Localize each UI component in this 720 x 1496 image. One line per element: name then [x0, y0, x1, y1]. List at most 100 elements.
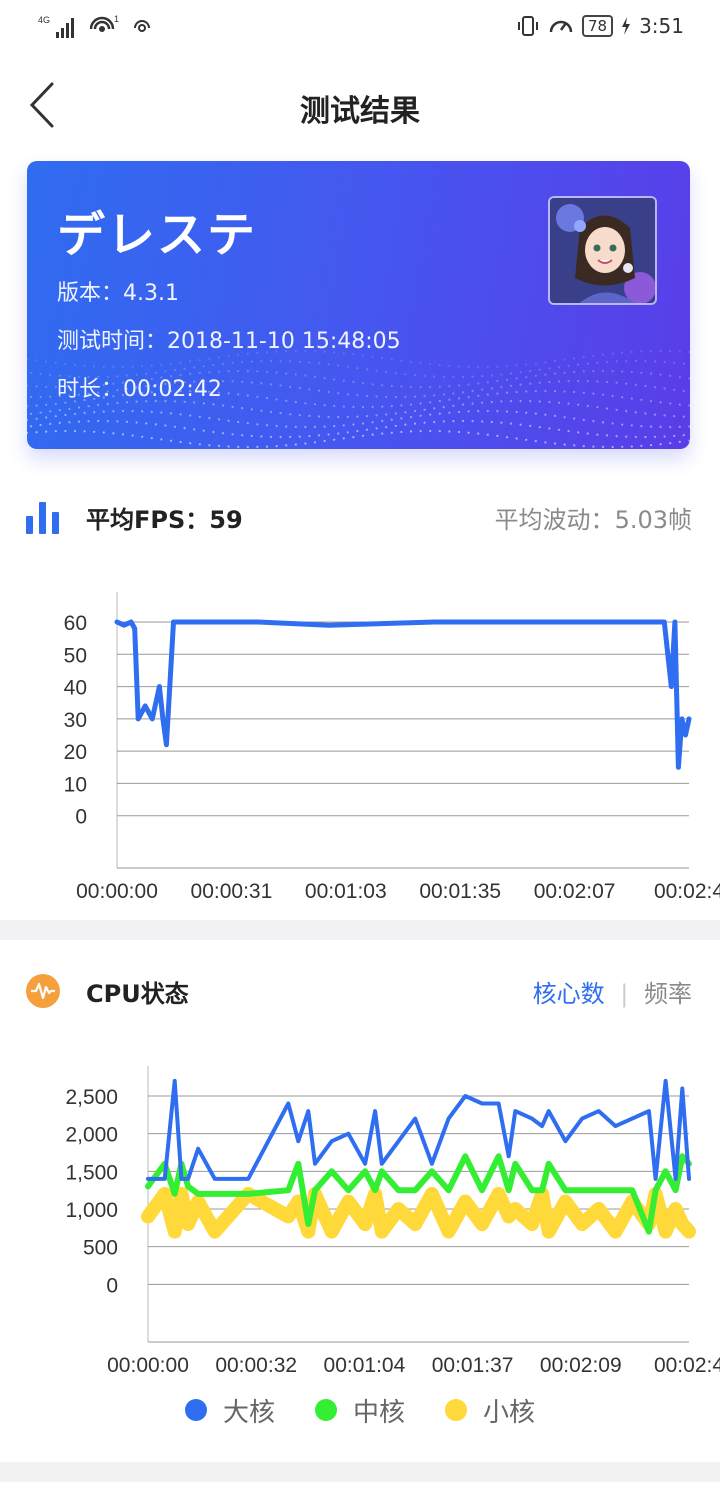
dot	[77, 420, 81, 423]
dot	[269, 410, 273, 414]
dot	[365, 428, 369, 431]
dot	[381, 357, 384, 360]
dot	[582, 391, 585, 394]
dot	[112, 432, 115, 435]
dot	[394, 412, 397, 415]
dot	[102, 410, 105, 413]
dot	[64, 362, 67, 365]
dot	[189, 360, 192, 363]
y-tick-label: 60	[64, 612, 87, 635]
dot	[375, 369, 378, 372]
legend-item-small-core[interactable]: 小核	[445, 1390, 535, 1430]
dot	[308, 414, 311, 417]
dot	[381, 384, 384, 387]
y-tick-label: 0	[75, 806, 87, 829]
y-tick-label: 40	[64, 677, 87, 700]
x-tick-label: 00:01:04	[324, 1354, 406, 1377]
dot	[461, 419, 465, 423]
dot	[688, 377, 690, 380]
dot	[73, 363, 77, 366]
dot	[404, 373, 407, 376]
dot	[125, 420, 129, 423]
dot	[49, 395, 52, 398]
dot	[673, 388, 676, 391]
dot	[365, 368, 369, 371]
dot	[471, 420, 474, 423]
dot	[27, 357, 29, 361]
dot	[563, 443, 566, 446]
dot	[256, 370, 259, 373]
dot	[563, 358, 566, 361]
dot	[634, 383, 637, 386]
dot	[121, 365, 125, 369]
y-tick-label: 2,000	[65, 1124, 118, 1147]
dot	[442, 375, 445, 378]
dot	[481, 375, 484, 378]
dot	[682, 390, 685, 393]
dot	[544, 413, 547, 416]
dot	[500, 386, 503, 389]
pulse-icon	[26, 974, 60, 1008]
dot	[538, 400, 541, 403]
dot	[467, 365, 470, 368]
dot	[289, 435, 292, 438]
dot	[390, 431, 393, 434]
tab-frequency[interactable]: 频率	[644, 980, 692, 1008]
dot	[279, 435, 282, 439]
dot	[525, 411, 528, 414]
tab-core-count[interactable]: 核心数	[533, 980, 605, 1008]
dot	[653, 360, 657, 363]
dot	[586, 404, 589, 407]
dot	[346, 431, 349, 434]
dot	[519, 399, 522, 403]
dot	[567, 380, 570, 383]
dot	[467, 383, 470, 386]
y-tick-label: 20	[64, 741, 87, 764]
dot	[212, 363, 215, 367]
dot	[208, 357, 211, 360]
dot	[375, 414, 378, 417]
dot	[534, 362, 537, 365]
dot	[327, 415, 330, 418]
dot	[275, 424, 278, 427]
dot	[433, 394, 436, 397]
dot	[649, 444, 653, 447]
dot	[471, 375, 474, 378]
dot	[400, 430, 403, 434]
dot	[73, 412, 77, 415]
dot	[673, 415, 676, 418]
tab-separator: |	[620, 980, 629, 1008]
dot	[519, 371, 522, 374]
dot	[289, 385, 292, 388]
dot	[227, 419, 230, 422]
legend-item-big-core[interactable]: 大核	[184, 1390, 275, 1430]
dot	[260, 435, 263, 438]
dot	[669, 442, 672, 445]
dot	[342, 424, 345, 427]
dot	[217, 356, 221, 359]
dot	[567, 430, 570, 433]
dot	[304, 402, 307, 405]
legend-item-mid-core[interactable]: 中核	[314, 1390, 405, 1430]
dot	[573, 370, 576, 374]
dot	[400, 385, 403, 388]
dot	[327, 433, 330, 436]
dot	[452, 392, 455, 395]
dot	[260, 382, 263, 385]
dot	[644, 384, 647, 387]
dot	[625, 360, 628, 363]
dot	[35, 385, 38, 388]
dot	[141, 365, 144, 368]
dot	[39, 395, 42, 399]
dot	[477, 394, 480, 397]
dot	[27, 419, 29, 422]
dot	[625, 435, 628, 438]
dot	[313, 425, 317, 428]
dot	[160, 438, 163, 441]
dot	[164, 424, 167, 427]
series-line	[141, 1186, 696, 1239]
dot	[289, 413, 292, 416]
battery-indicator: 78	[581, 15, 614, 37]
dot	[381, 419, 384, 423]
dot	[688, 350, 690, 354]
